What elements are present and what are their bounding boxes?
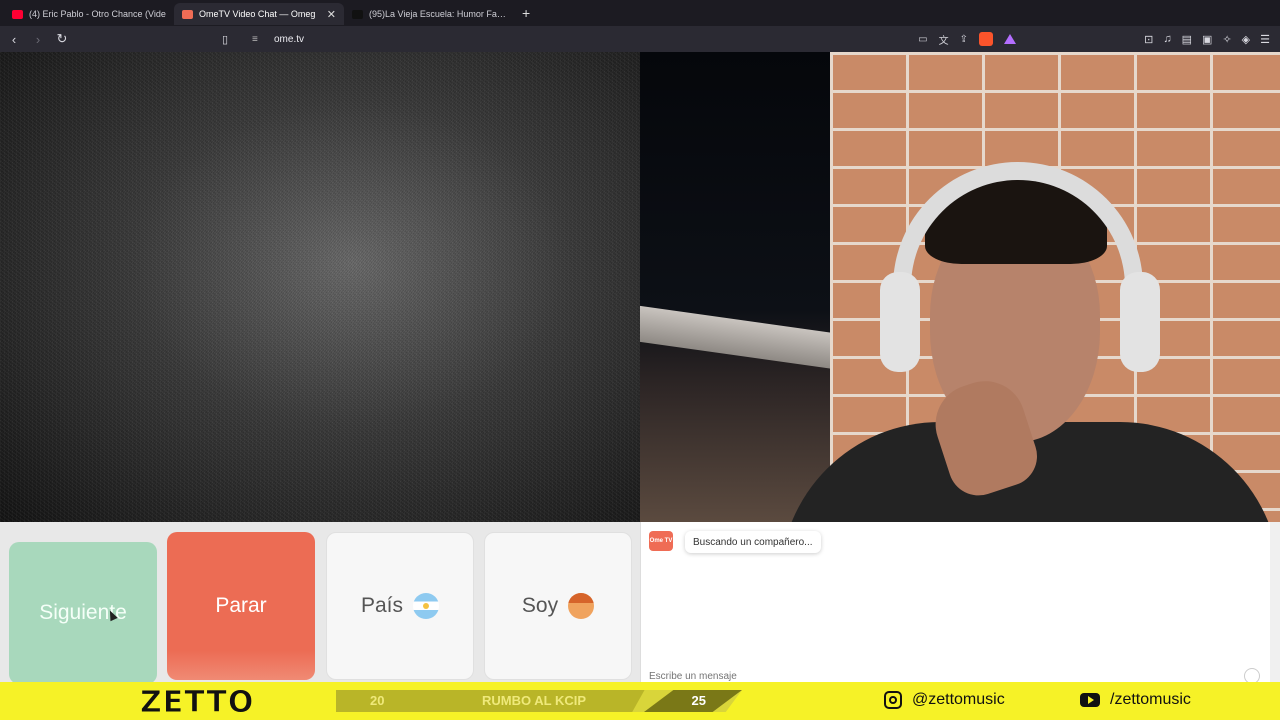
tab-title: (95)La Vieja Escuela: Humor Famil <box>369 9 506 19</box>
reload-icon[interactable]: ↻ <box>52 31 72 47</box>
message-input[interactable] <box>649 669 1229 683</box>
youtube-icon <box>12 9 23 19</box>
ometv-logo: Ome TV <box>649 531 673 551</box>
site-settings-icon[interactable]: ≡ <box>252 34 258 45</box>
new-tab-button[interactable]: + <box>522 5 530 21</box>
translate-icon[interactable]: 文 <box>939 32 949 47</box>
headphones-image <box>893 162 1143 352</box>
person-image <box>760 122 1280 522</box>
youtube-icon <box>1080 693 1100 707</box>
argentina-flag-icon <box>413 593 440 619</box>
brave-shields-icon[interactable] <box>979 32 993 46</box>
leo-icon[interactable]: ✧ <box>1222 33 1231 46</box>
tab-tiktok[interactable]: (95)La Vieja Escuela: Humor Famil <box>344 3 514 25</box>
vpn-icon[interactable]: ◈ <box>1242 33 1250 46</box>
stop-button[interactable]: Parar <box>167 532 315 680</box>
close-icon[interactable]: ✕ <box>327 8 336 21</box>
progress-goal: 25 <box>691 693 706 708</box>
address-bar[interactable]: ▯ ≡ ome.tv ▭ 文 ⇪ <box>222 29 1016 49</box>
static-noise <box>0 52 640 522</box>
url-text[interactable]: ome.tv <box>274 34 304 45</box>
chat-scrollbar[interactable] <box>1270 522 1280 682</box>
tab-youtube[interactable]: (4) Eric Pablo - Otro Chance (Vide <box>4 3 174 25</box>
own-camera-video <box>640 52 1280 522</box>
tab-bar: (4) Eric Pablo - Otro Chance (Vide OmeTV… <box>0 0 1280 26</box>
next-button[interactable]: Siguiente <box>9 542 157 684</box>
menu-icon[interactable]: ☰ <box>1260 33 1270 46</box>
boy-avatar-icon <box>568 593 595 619</box>
instagram-handle: @zettomusic <box>884 691 1005 709</box>
progress-label: RUMBO AL KCIP <box>482 693 586 708</box>
status-message: Buscando un compañero... <box>685 531 821 553</box>
stream-overlay-bar: ZETTO 20 RUMBO AL KCIP 25 @zettomusic /z… <box>0 682 1280 720</box>
instagram-text: @zettomusic <box>912 691 1005 708</box>
back-icon[interactable]: ‹ <box>4 32 24 47</box>
country-button-label: País <box>360 594 404 617</box>
gender-button[interactable]: Soy <box>484 532 632 680</box>
partner-video <box>0 52 640 522</box>
progress-start: 20 <box>370 693 385 708</box>
youtube-text: /zettomusic <box>1110 691 1191 708</box>
control-panel: Siguiente Parar País Soy <box>0 522 640 684</box>
bookmark-icon[interactable]: ▯ <box>222 33 228 46</box>
tab-ometv[interactable]: OmeTV Video Chat — Omeg ✕ <box>174 3 344 25</box>
tab-title: (4) Eric Pablo - Otro Chance (Vide <box>29 9 166 19</box>
navigation-bar: ‹ › ↻ ▯ ≡ ome.tv ▭ 文 ⇪ ⊡ ♫ ▤ ▣ ✧ ◈ ☰ <box>0 26 1280 52</box>
cast-icon[interactable]: ▭ <box>918 34 927 45</box>
wallet-icon[interactable]: ▣ <box>1202 33 1212 46</box>
brave-rewards-icon[interactable] <box>1004 34 1016 44</box>
tiktok-icon <box>352 9 363 19</box>
instagram-icon <box>884 691 902 709</box>
toolbar-icons: ⊡ ♫ ▤ ▣ ✧ ◈ ☰ <box>1144 33 1270 46</box>
screenshot-icon[interactable]: ⊡ <box>1144 33 1153 46</box>
forward-icon[interactable]: › <box>28 32 48 47</box>
sidebar-icon[interactable]: ▤ <box>1182 33 1192 46</box>
stop-button-label: Parar <box>215 594 267 617</box>
share-icon[interactable]: ⇪ <box>960 34 968 45</box>
goal-progress-bar: 20 RUMBO AL KCIP 25 <box>336 690 742 712</box>
media-icon[interactable]: ♫ <box>1163 33 1171 46</box>
tab-title: OmeTV Video Chat — Omeg <box>199 9 316 19</box>
chat-panel: Ome TV Buscando un compañero... <box>640 522 1270 684</box>
url-actions: ▭ 文 ⇪ <box>918 32 1016 47</box>
youtube-handle: /zettomusic <box>1080 691 1191 709</box>
country-button[interactable]: País <box>326 532 474 680</box>
ometv-icon <box>182 9 193 19</box>
brand-logo: ZETTO <box>139 685 255 720</box>
gender-button-label: Soy <box>521 594 559 617</box>
